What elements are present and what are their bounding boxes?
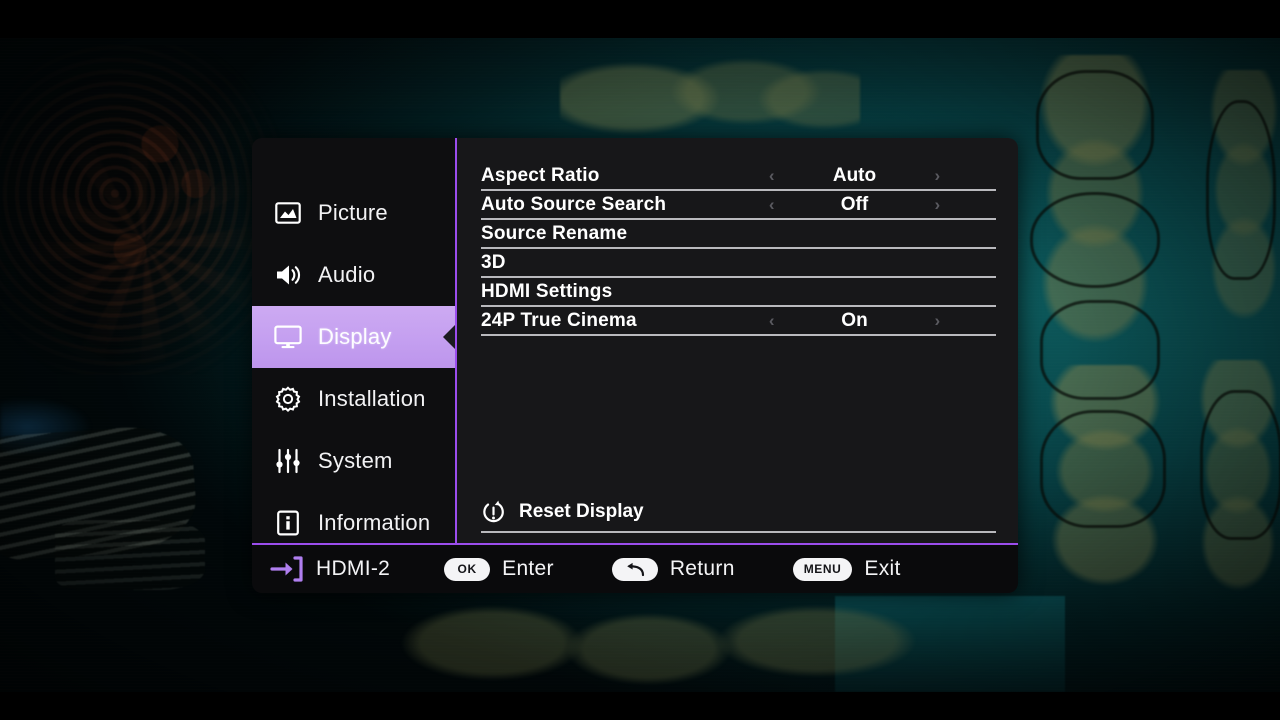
chevron-left-icon[interactable]: ‹: [735, 312, 809, 329]
background-glyph-outline-3: [1040, 300, 1160, 400]
menu-key-badge: MENU: [792, 557, 853, 581]
chevron-left-icon[interactable]: ‹: [735, 196, 809, 213]
setting-row-source-rename[interactable]: Source Rename: [481, 220, 996, 249]
osd-body: Picture Audio Display Installation Syste…: [252, 138, 1018, 543]
setting-row-aspect-ratio[interactable]: Aspect Ratio ‹ Auto ›: [481, 162, 996, 191]
source-label: HDMI-2: [316, 557, 391, 580]
hint-label: Enter: [502, 557, 554, 580]
sliders-icon: [274, 447, 302, 475]
setting-row-3d[interactable]: 3D: [481, 249, 996, 278]
setting-row-hdmi-settings[interactable]: HDMI Settings: [481, 278, 996, 307]
setting-row-24p-true-cinema[interactable]: 24P True Cinema ‹ On ›: [481, 307, 996, 336]
setting-value-stepper[interactable]: ‹ On ›: [481, 307, 996, 334]
sidebar-item-label: Picture: [318, 200, 388, 225]
hint-exit[interactable]: MENU Exit: [792, 557, 901, 581]
hint-enter[interactable]: OK Enter: [444, 557, 554, 581]
chevron-left-icon[interactable]: ‹: [735, 167, 809, 184]
background-glyph-bottom: [380, 598, 940, 696]
setting-value: Auto: [832, 164, 877, 186]
reset-power-icon: [481, 500, 506, 525]
sidebar-item-label: Audio: [318, 262, 376, 287]
setting-label: 3D: [481, 251, 506, 273]
settings-list: Aspect Ratio ‹ Auto › Auto Source Search…: [481, 162, 996, 336]
picture-icon: [274, 199, 302, 227]
monitor-icon: [274, 323, 302, 351]
sidebar-item-label: Information: [318, 510, 431, 535]
letterbox-top: [0, 0, 1280, 38]
info-box-icon: [274, 509, 302, 537]
chevron-right-icon[interactable]: ›: [901, 196, 975, 213]
background-glyph-outline-5: [1206, 100, 1276, 280]
speaker-icon: [274, 261, 302, 289]
osd-sidebar: Picture Audio Display Installation Syste…: [252, 138, 456, 543]
letterbox-bottom: [0, 692, 1280, 720]
sidebar-item-information[interactable]: Information: [252, 492, 455, 554]
setting-value-stepper[interactable]: ‹ Off ›: [481, 191, 996, 218]
background-glyph-outline-4: [1040, 410, 1166, 528]
setting-value: On: [841, 309, 868, 331]
sidebar-item-label: Display: [318, 324, 392, 349]
sidebar-item-display[interactable]: Display: [252, 306, 456, 368]
sidebar-item-installation[interactable]: Installation: [252, 368, 455, 430]
hint-label: Exit: [864, 557, 901, 580]
sidebar-item-system[interactable]: System: [252, 430, 455, 492]
sidebar-item-picture[interactable]: Picture: [252, 182, 455, 244]
setting-label: Source Rename: [481, 222, 628, 244]
hint-label: Return: [669, 557, 735, 580]
tv-screen: Picture Audio Display Installation Syste…: [0, 0, 1280, 720]
ok-key-badge: OK: [444, 557, 491, 581]
sidebar-item-label: Installation: [318, 386, 426, 411]
chevron-right-icon[interactable]: ›: [901, 312, 975, 329]
osd-content-panel: Aspect Ratio ‹ Auto › Auto Source Search…: [455, 138, 1018, 543]
gear-icon: [274, 385, 302, 413]
setting-value: Off: [840, 193, 869, 215]
return-arrow-key-badge: [611, 557, 658, 581]
background-glyph-outline-1: [1036, 70, 1154, 180]
sidebar-item-label: System: [318, 448, 393, 473]
setting-label: HDMI Settings: [481, 280, 613, 302]
background-striped-garment-lower: [55, 520, 205, 590]
reset-display-label: Reset Display: [519, 501, 644, 522]
background-spiral-glyph-left-inner: [30, 120, 260, 370]
setting-value-stepper[interactable]: ‹ Auto ›: [481, 162, 996, 189]
reset-display-button[interactable]: Reset Display: [481, 493, 996, 533]
osd-menu: Picture Audio Display Installation Syste…: [252, 138, 1018, 593]
hint-return[interactable]: Return: [611, 557, 735, 581]
background-glyph-top: [560, 46, 860, 141]
input-arrow-icon: [270, 555, 304, 583]
current-source-indicator: HDMI-2: [270, 555, 390, 583]
chevron-right-icon[interactable]: ›: [901, 167, 975, 184]
background-glyph-outline-2: [1030, 192, 1160, 288]
setting-row-auto-source-search[interactable]: Auto Source Search ‹ Off ›: [481, 191, 996, 220]
sidebar-item-audio[interactable]: Audio: [252, 244, 455, 306]
background-glyph-outline-6: [1200, 390, 1280, 540]
